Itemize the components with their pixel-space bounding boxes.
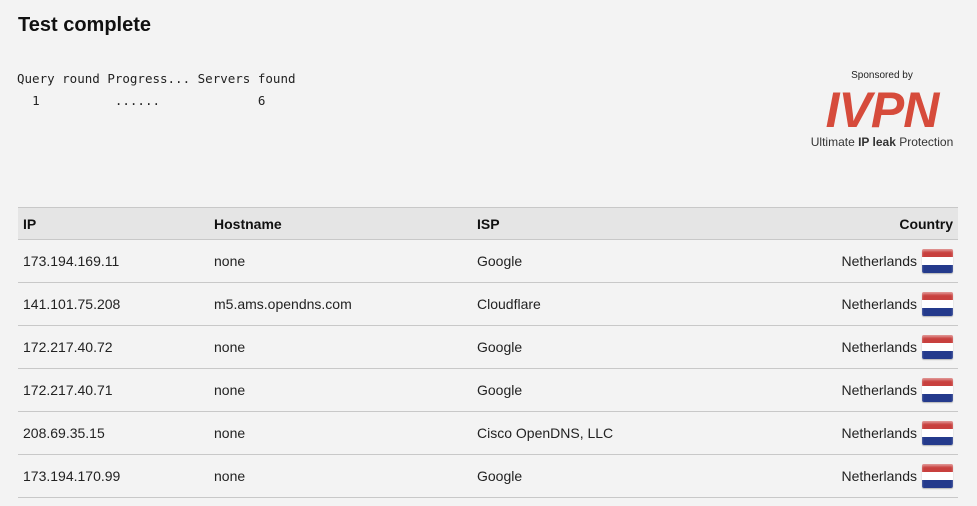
netherlands-flag-icon xyxy=(922,292,953,316)
sponsor-tagline: Ultimate IP leak Protection xyxy=(800,135,964,149)
country-cell: Netherlands xyxy=(782,454,958,498)
table-row: 172.217.40.71 none Google Netherlands xyxy=(18,368,958,412)
sponsor-block[interactable]: Sponsored by IVPN Ultimate IP leak Prote… xyxy=(800,70,964,149)
query-progress: Query round Progress... Servers found 1 … xyxy=(17,68,296,112)
results-table-body: 173.194.169.11 none Google Netherlands 1… xyxy=(18,239,958,498)
netherlands-flag-icon xyxy=(922,464,953,488)
results-table-header: IP Hostname ISP Country xyxy=(18,207,958,240)
ip-cell: 141.101.75.208 xyxy=(18,282,209,326)
hostname-cell: none xyxy=(209,325,472,369)
hostname-cell: none xyxy=(209,411,472,455)
table-row: 141.101.75.208 m5.ams.opendns.com Cloudf… xyxy=(18,282,958,326)
isp-cell: Google xyxy=(472,239,782,283)
tagline-suffix: Protection xyxy=(895,135,954,149)
column-header-ip: IP xyxy=(23,215,37,232)
table-row: 173.194.169.11 none Google Netherlands xyxy=(18,239,958,283)
netherlands-flag-icon xyxy=(922,421,953,445)
ivpn-logo[interactable]: IVPN xyxy=(815,87,949,133)
results-table: IP Hostname ISP Country 173.194.169.11 n… xyxy=(18,207,958,498)
tagline-emphasis: IP leak xyxy=(858,135,896,149)
netherlands-flag-icon xyxy=(922,249,953,273)
isp-cell: Google xyxy=(472,454,782,498)
column-header-hostname: Hostname xyxy=(214,215,282,232)
isp-cell: Cloudflare xyxy=(472,282,782,326)
isp-cell: Google xyxy=(472,325,782,369)
country-name: Netherlands xyxy=(841,296,918,312)
progress-round-value: 1 xyxy=(32,93,40,108)
isp-cell: Cisco OpenDNS, LLC xyxy=(472,411,782,455)
progress-dots: ...... xyxy=(114,93,161,108)
progress-header-row: Query round Progress... Servers found xyxy=(17,68,296,90)
ip-cell: 172.217.40.72 xyxy=(18,325,209,369)
country-name: Netherlands xyxy=(841,253,918,269)
country-name: Netherlands xyxy=(841,425,918,441)
country-cell: Netherlands xyxy=(782,411,958,455)
progress-header-progress: Progress... xyxy=(107,71,191,86)
column-header-country: Country xyxy=(899,215,953,232)
isp-cell: Google xyxy=(472,368,782,412)
progress-header-round: Query round xyxy=(17,71,100,86)
netherlands-flag-icon xyxy=(922,335,953,359)
dns-leak-results-page: Test complete Query round Progress... Se… xyxy=(0,0,977,506)
progress-value-row: 1 ...... 6 xyxy=(17,90,296,112)
ip-cell: 172.217.40.71 xyxy=(18,368,209,412)
table-row: 173.194.170.99 none Google Netherlands xyxy=(18,454,958,498)
country-name: Netherlands xyxy=(841,382,918,398)
hostname-cell: none xyxy=(209,368,472,412)
country-cell: Netherlands xyxy=(782,239,958,283)
servers-found-value: 6 xyxy=(257,93,266,108)
country-cell: Netherlands xyxy=(782,282,958,326)
table-row: 172.217.40.72 none Google Netherlands xyxy=(18,325,958,369)
ivpn-logo-text: IVPN xyxy=(826,87,941,133)
hostname-cell: none xyxy=(209,239,472,283)
table-row: 208.69.35.15 none Cisco OpenDNS, LLC Net… xyxy=(18,411,958,455)
country-name: Netherlands xyxy=(841,468,918,484)
tagline-prefix: Ultimate xyxy=(810,135,859,149)
column-header-isp: ISP xyxy=(477,215,500,232)
netherlands-flag-icon xyxy=(922,378,953,402)
ip-cell: 173.194.170.99 xyxy=(18,454,209,498)
sponsor-label: Sponsored by xyxy=(851,70,913,81)
country-cell: Netherlands xyxy=(782,368,958,412)
ip-cell: 208.69.35.15 xyxy=(18,411,209,455)
country-name: Netherlands xyxy=(841,339,918,355)
hostname-cell: m5.ams.opendns.com xyxy=(209,282,472,326)
country-cell: Netherlands xyxy=(782,325,958,369)
hostname-cell: none xyxy=(209,454,472,498)
ip-cell: 173.194.169.11 xyxy=(18,239,209,283)
header-row: IP Hostname ISP Country xyxy=(18,207,958,240)
progress-header-servers: Servers found xyxy=(197,71,296,86)
page-title: Test complete xyxy=(18,14,151,36)
